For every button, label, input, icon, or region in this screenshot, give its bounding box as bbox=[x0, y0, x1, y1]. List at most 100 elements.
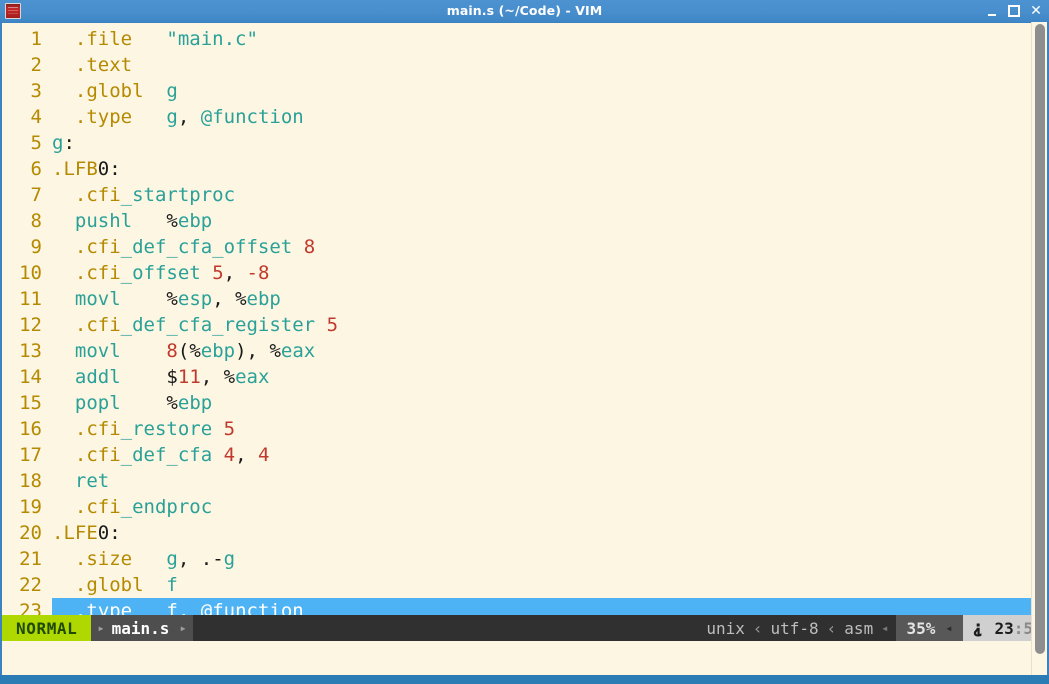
code-line[interactable]: 7 .cfi_startproc bbox=[2, 182, 1047, 208]
code-line[interactable]: 4 .type g, @function bbox=[2, 104, 1047, 130]
code-token: $ bbox=[166, 366, 178, 388]
code-token: _def_cfa_offset bbox=[120, 236, 293, 258]
code-token: .text bbox=[74, 54, 133, 76]
code-token: _def_cfa_register bbox=[120, 314, 316, 336]
line-number: 11 bbox=[19, 288, 42, 310]
code-token: , bbox=[212, 288, 236, 310]
close-button[interactable]: ✕ bbox=[1029, 4, 1043, 18]
code-line-content: .text bbox=[52, 52, 1047, 78]
code-token: g bbox=[166, 80, 178, 102]
line-number: 3 bbox=[30, 80, 42, 102]
code-token: g bbox=[223, 548, 236, 570]
chevron-left-icon-1: ‹ bbox=[752, 618, 763, 638]
editor-text-area[interactable]: 1 .file "main.c" 2 .text 3 .globl g4 .type… bbox=[2, 23, 1047, 615]
code-line-content: .cfi_def_cfa_register 5 bbox=[52, 312, 1047, 338]
code-line-cursor[interactable]: 23 .type f, @function bbox=[2, 598, 1047, 615]
code-token: "main.c" bbox=[166, 28, 258, 50]
code-token: _offset bbox=[120, 262, 201, 284]
code-line[interactable]: 14 addl $11, %eax bbox=[2, 364, 1047, 390]
code-line[interactable]: 17 .cfi_def_cfa 4, 4 bbox=[2, 442, 1047, 468]
code-line[interactable]: 22 .globl f bbox=[2, 572, 1047, 598]
code-token: , bbox=[177, 600, 201, 615]
status-line-number: 23 bbox=[994, 618, 1014, 638]
command-line[interactable] bbox=[0, 641, 1049, 675]
code-line-content: .globl g bbox=[52, 78, 1047, 104]
code-token: addl bbox=[74, 366, 121, 388]
code-token: % bbox=[269, 340, 281, 362]
code-line-content: .LFB0: bbox=[52, 156, 1047, 182]
code-token: .type bbox=[74, 106, 133, 128]
triangle-left-icon-2: ◂ bbox=[945, 621, 953, 635]
window-controls: ✕ bbox=[986, 0, 1043, 22]
code-line-content: .cfi_endproc bbox=[52, 494, 1047, 520]
minimize-button[interactable] bbox=[986, 5, 999, 18]
code-line[interactable]: 18 ret bbox=[2, 468, 1047, 494]
code-line-content: addl $11, %eax bbox=[52, 364, 1047, 390]
code-token: -8 bbox=[246, 262, 270, 284]
code-token: % bbox=[189, 340, 201, 362]
title-bar[interactable]: main.s (~/Code) - VIM ✕ bbox=[0, 0, 1049, 23]
code-line[interactable]: 12 .cfi_def_cfa_register 5 bbox=[2, 312, 1047, 338]
code-line[interactable]: 15 popl %ebp bbox=[2, 390, 1047, 416]
code-token: .cfi bbox=[74, 496, 121, 518]
status-modified-section: ▸ bbox=[179, 615, 193, 641]
code-line[interactable]: 5 g: bbox=[2, 130, 1047, 156]
code-token: popl bbox=[74, 392, 121, 414]
code-token: ret bbox=[74, 470, 110, 492]
code-line[interactable]: 13 movl 8(%ebp), %eax bbox=[2, 338, 1047, 364]
status-file-section: ▸ main.s bbox=[91, 615, 180, 641]
code-token: 8 bbox=[166, 340, 178, 362]
code-line[interactable]: 6 .LFB0: bbox=[2, 156, 1047, 182]
code-line[interactable]: 20 .LFE0: bbox=[2, 520, 1047, 546]
code-line[interactable]: 3 .globl g bbox=[2, 78, 1047, 104]
code-line[interactable]: 21 .size g, .-g bbox=[2, 546, 1047, 572]
code-token: , bbox=[177, 106, 201, 128]
code-token: % bbox=[223, 366, 236, 388]
vertical-scrollbar[interactable] bbox=[1031, 22, 1047, 675]
code-line[interactable]: 16 .cfi_restore 5 bbox=[2, 416, 1047, 442]
code-token: .cfi bbox=[74, 262, 121, 284]
code-token: 0 bbox=[97, 522, 110, 544]
line-number: 1 bbox=[30, 28, 42, 50]
code-token: % bbox=[166, 392, 178, 414]
code-token: @function bbox=[200, 600, 304, 615]
maximize-button[interactable] bbox=[1008, 5, 1020, 17]
line-number: 22 bbox=[19, 574, 42, 596]
code-token: : bbox=[109, 158, 121, 180]
code-token: .cfi bbox=[74, 418, 121, 440]
code-token: 5 bbox=[212, 262, 224, 284]
code-line-content: .cfi_offset 5, -8 bbox=[52, 260, 1047, 286]
code-line[interactable]: 19 .cfi_endproc bbox=[2, 494, 1047, 520]
status-percent: 35% bbox=[906, 618, 936, 638]
code-line[interactable]: 9 .cfi_def_cfa_offset 8 bbox=[2, 234, 1047, 260]
line-number: 20 bbox=[19, 522, 42, 544]
line-number: 21 bbox=[19, 548, 42, 570]
code-line[interactable]: 1 .file "main.c" bbox=[2, 26, 1047, 52]
scrollbar-thumb[interactable] bbox=[1035, 24, 1045, 654]
status-info-section: unix ‹ utf-8 ‹ asm ◂ bbox=[192, 615, 897, 641]
code-token: g bbox=[166, 106, 178, 128]
line-number: 23 bbox=[19, 600, 42, 615]
code-token: _endproc bbox=[120, 496, 213, 518]
code-line[interactable]: 2 .text bbox=[2, 52, 1047, 78]
line-number: 15 bbox=[19, 392, 42, 414]
code-line[interactable]: 10 .cfi_offset 5, -8 bbox=[2, 260, 1047, 286]
terminal-body: 1 .file "main.c" 2 .text 3 .globl g4 .type… bbox=[0, 23, 1049, 641]
code-token: eax bbox=[235, 366, 270, 388]
code-token: @function bbox=[200, 106, 304, 128]
code-token: .cfi bbox=[74, 236, 121, 258]
code-line[interactable]: 11 movl %esp, %ebp bbox=[2, 286, 1047, 312]
code-line[interactable]: 8 pushl %ebp bbox=[2, 208, 1047, 234]
